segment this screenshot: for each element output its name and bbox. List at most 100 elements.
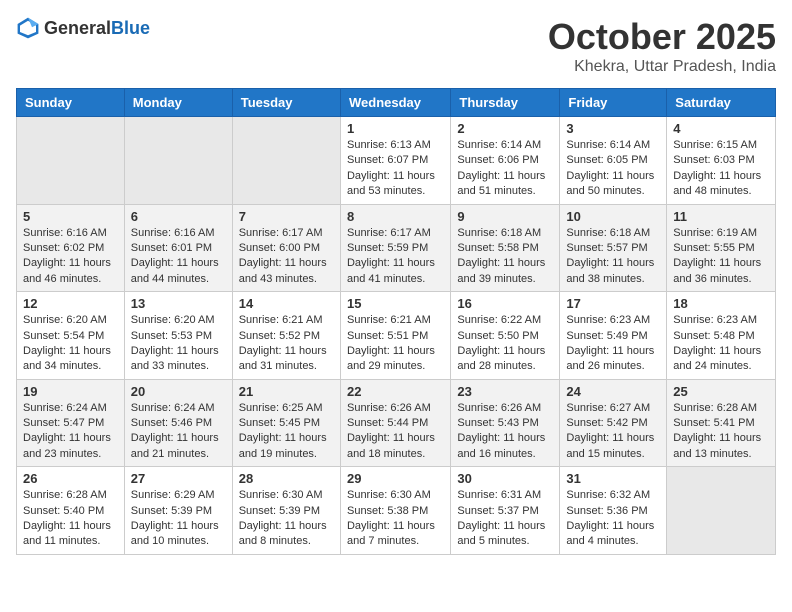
calendar-cell: 26 Sunrise: 6:28 AM Sunset: 5:40 PM Dayli… [17, 467, 125, 555]
day-number: 25 [673, 384, 769, 399]
calendar-cell [232, 117, 340, 205]
cell-content: Sunrise: 6:28 AM Sunset: 5:40 PM Dayligh… [23, 488, 118, 550]
calendar-cell: 17 Sunrise: 6:23 AM Sunset: 5:49 PM Dayli… [560, 292, 667, 380]
calendar-cell [124, 117, 232, 205]
calendar-cell: 23 Sunrise: 6:26 AM Sunset: 5:43 PM Dayli… [451, 379, 560, 467]
cell-content: Sunrise: 6:18 AM Sunset: 5:57 PM Dayligh… [566, 226, 660, 288]
cell-content: Sunrise: 6:27 AM Sunset: 5:42 PM Dayligh… [566, 401, 660, 463]
calendar-cell: 28 Sunrise: 6:30 AM Sunset: 5:39 PM Dayli… [232, 467, 340, 555]
calendar-cell: 9 Sunrise: 6:18 AM Sunset: 5:58 PM Daylig… [451, 204, 560, 292]
day-number: 7 [239, 209, 334, 224]
cell-content: Sunrise: 6:21 AM Sunset: 5:52 PM Dayligh… [239, 313, 334, 375]
day-number: 17 [566, 296, 660, 311]
cell-content: Sunrise: 6:17 AM Sunset: 5:59 PM Dayligh… [347, 226, 444, 288]
cell-content: Sunrise: 6:31 AM Sunset: 5:37 PM Dayligh… [457, 488, 553, 550]
day-number: 13 [131, 296, 226, 311]
calendar-cell: 18 Sunrise: 6:23 AM Sunset: 5:48 PM Dayli… [667, 292, 776, 380]
calendar-cell: 8 Sunrise: 6:17 AM Sunset: 5:59 PM Daylig… [340, 204, 450, 292]
month-title: October 2025 [548, 16, 776, 58]
calendar-cell: 3 Sunrise: 6:14 AM Sunset: 6:05 PM Daylig… [560, 117, 667, 205]
calendar-cell: 16 Sunrise: 6:22 AM Sunset: 5:50 PM Dayli… [451, 292, 560, 380]
day-number: 24 [566, 384, 660, 399]
calendar-cell: 14Sunrise: 6:21 AM Sunset: 5:52 PM Dayli… [232, 292, 340, 380]
calendar-cell: 21 Sunrise: 6:25 AM Sunset: 5:45 PM Dayli… [232, 379, 340, 467]
calendar-cell: 7 Sunrise: 6:17 AM Sunset: 6:00 PM Daylig… [232, 204, 340, 292]
day-number: 2 [457, 121, 553, 136]
day-number: 29 [347, 471, 444, 486]
day-number: 23 [457, 384, 553, 399]
cell-content: Sunrise: 6:17 AM Sunset: 6:00 PM Dayligh… [239, 226, 334, 288]
day-number: 18 [673, 296, 769, 311]
cell-content: Sunrise: 6:20 AM Sunset: 5:53 PM Dayligh… [131, 313, 226, 375]
day-number: 3 [566, 121, 660, 136]
day-number: 19 [23, 384, 118, 399]
calendar-cell: 2Sunrise: 6:14 AM Sunset: 6:06 PM Daylig… [451, 117, 560, 205]
cell-content: Sunrise: 6:30 AM Sunset: 5:39 PM Dayligh… [239, 488, 334, 550]
logo: GeneralBlue [16, 16, 150, 40]
calendar-cell: 4 Sunrise: 6:15 AM Sunset: 6:03 PM Daylig… [667, 117, 776, 205]
calendar-cell: 31Sunrise: 6:32 AM Sunset: 5:36 PM Dayli… [560, 467, 667, 555]
page-header: GeneralBlue October 2025 Khekra, Uttar P… [16, 16, 776, 76]
cell-content: Sunrise: 6:24 AM Sunset: 5:46 PM Dayligh… [131, 401, 226, 463]
cell-content: Sunrise: 6:32 AM Sunset: 5:36 PM Dayligh… [566, 488, 660, 550]
calendar-cell: 15 Sunrise: 6:21 AM Sunset: 5:51 PM Dayli… [340, 292, 450, 380]
calendar-cell: 5 Sunrise: 6:16 AM Sunset: 6:02 PM Daylig… [17, 204, 125, 292]
cell-content: Sunrise: 6:15 AM Sunset: 6:03 PM Dayligh… [673, 138, 769, 200]
day-number: 20 [131, 384, 226, 399]
cell-content: Sunrise: 6:18 AM Sunset: 5:58 PM Dayligh… [457, 226, 553, 288]
calendar-table: SundayMondayTuesdayWednesdayThursdayFrid… [16, 88, 776, 555]
title-block: October 2025 Khekra, Uttar Pradesh, Indi… [548, 16, 776, 76]
calendar-cell: 30 Sunrise: 6:31 AM Sunset: 5:37 PM Dayli… [451, 467, 560, 555]
day-number: 16 [457, 296, 553, 311]
week-row-3: 19 Sunrise: 6:24 AM Sunset: 5:47 PM Dayli… [17, 379, 776, 467]
cell-content: Sunrise: 6:13 AM Sunset: 6:07 PM Dayligh… [347, 138, 444, 200]
calendar-cell: 25 Sunrise: 6:28 AM Sunset: 5:41 PM Dayli… [667, 379, 776, 467]
day-number: 21 [239, 384, 334, 399]
day-number: 10 [566, 209, 660, 224]
calendar-cell: 29Sunrise: 6:30 AM Sunset: 5:38 PM Dayli… [340, 467, 450, 555]
day-number: 1 [347, 121, 444, 136]
weekday-header-wednesday: Wednesday [340, 89, 450, 117]
calendar-cell: 6Sunrise: 6:16 AM Sunset: 6:01 PM Daylig… [124, 204, 232, 292]
day-number: 26 [23, 471, 118, 486]
calendar-cell: 27Sunrise: 6:29 AM Sunset: 5:39 PM Dayli… [124, 467, 232, 555]
cell-content: Sunrise: 6:25 AM Sunset: 5:45 PM Dayligh… [239, 401, 334, 463]
calendar-cell: 10 Sunrise: 6:18 AM Sunset: 5:57 PM Dayli… [560, 204, 667, 292]
cell-content: Sunrise: 6:23 AM Sunset: 5:49 PM Dayligh… [566, 313, 660, 375]
day-number: 4 [673, 121, 769, 136]
cell-content: Sunrise: 6:14 AM Sunset: 6:05 PM Dayligh… [566, 138, 660, 200]
cell-content: Sunrise: 6:28 AM Sunset: 5:41 PM Dayligh… [673, 401, 769, 463]
cell-content: Sunrise: 6:16 AM Sunset: 6:01 PM Dayligh… [131, 226, 226, 288]
day-number: 12 [23, 296, 118, 311]
day-number: 9 [457, 209, 553, 224]
cell-content: Sunrise: 6:26 AM Sunset: 5:43 PM Dayligh… [457, 401, 553, 463]
calendar-cell [667, 467, 776, 555]
cell-content: Sunrise: 6:19 AM Sunset: 5:55 PM Dayligh… [673, 226, 769, 288]
calendar-cell: 11 Sunrise: 6:19 AM Sunset: 5:55 PM Dayli… [667, 204, 776, 292]
day-number: 30 [457, 471, 553, 486]
calendar-cell: 22Sunrise: 6:26 AM Sunset: 5:44 PM Dayli… [340, 379, 450, 467]
day-number: 11 [673, 209, 769, 224]
week-row-2: 12 Sunrise: 6:20 AM Sunset: 5:54 PM Dayli… [17, 292, 776, 380]
weekday-header-row: SundayMondayTuesdayWednesdayThursdayFrid… [17, 89, 776, 117]
day-number: 5 [23, 209, 118, 224]
day-number: 8 [347, 209, 444, 224]
cell-content: Sunrise: 6:29 AM Sunset: 5:39 PM Dayligh… [131, 488, 226, 550]
calendar-cell: 20 Sunrise: 6:24 AM Sunset: 5:46 PM Dayli… [124, 379, 232, 467]
cell-content: Sunrise: 6:24 AM Sunset: 5:47 PM Dayligh… [23, 401, 118, 463]
week-row-1: 5 Sunrise: 6:16 AM Sunset: 6:02 PM Daylig… [17, 204, 776, 292]
weekday-header-friday: Friday [560, 89, 667, 117]
day-number: 15 [347, 296, 444, 311]
cell-content: Sunrise: 6:20 AM Sunset: 5:54 PM Dayligh… [23, 313, 118, 375]
day-number: 28 [239, 471, 334, 486]
calendar-cell: 19 Sunrise: 6:24 AM Sunset: 5:47 PM Dayli… [17, 379, 125, 467]
cell-content: Sunrise: 6:16 AM Sunset: 6:02 PM Dayligh… [23, 226, 118, 288]
cell-content: Sunrise: 6:23 AM Sunset: 5:48 PM Dayligh… [673, 313, 769, 375]
logo-text-general: General [44, 18, 111, 38]
logo-icon [16, 16, 40, 40]
cell-content: Sunrise: 6:22 AM Sunset: 5:50 PM Dayligh… [457, 313, 553, 375]
cell-content: Sunrise: 6:21 AM Sunset: 5:51 PM Dayligh… [347, 313, 444, 375]
weekday-header-tuesday: Tuesday [232, 89, 340, 117]
calendar-cell: 1 Sunrise: 6:13 AM Sunset: 6:07 PM Daylig… [340, 117, 450, 205]
week-row-0: 1 Sunrise: 6:13 AM Sunset: 6:07 PM Daylig… [17, 117, 776, 205]
